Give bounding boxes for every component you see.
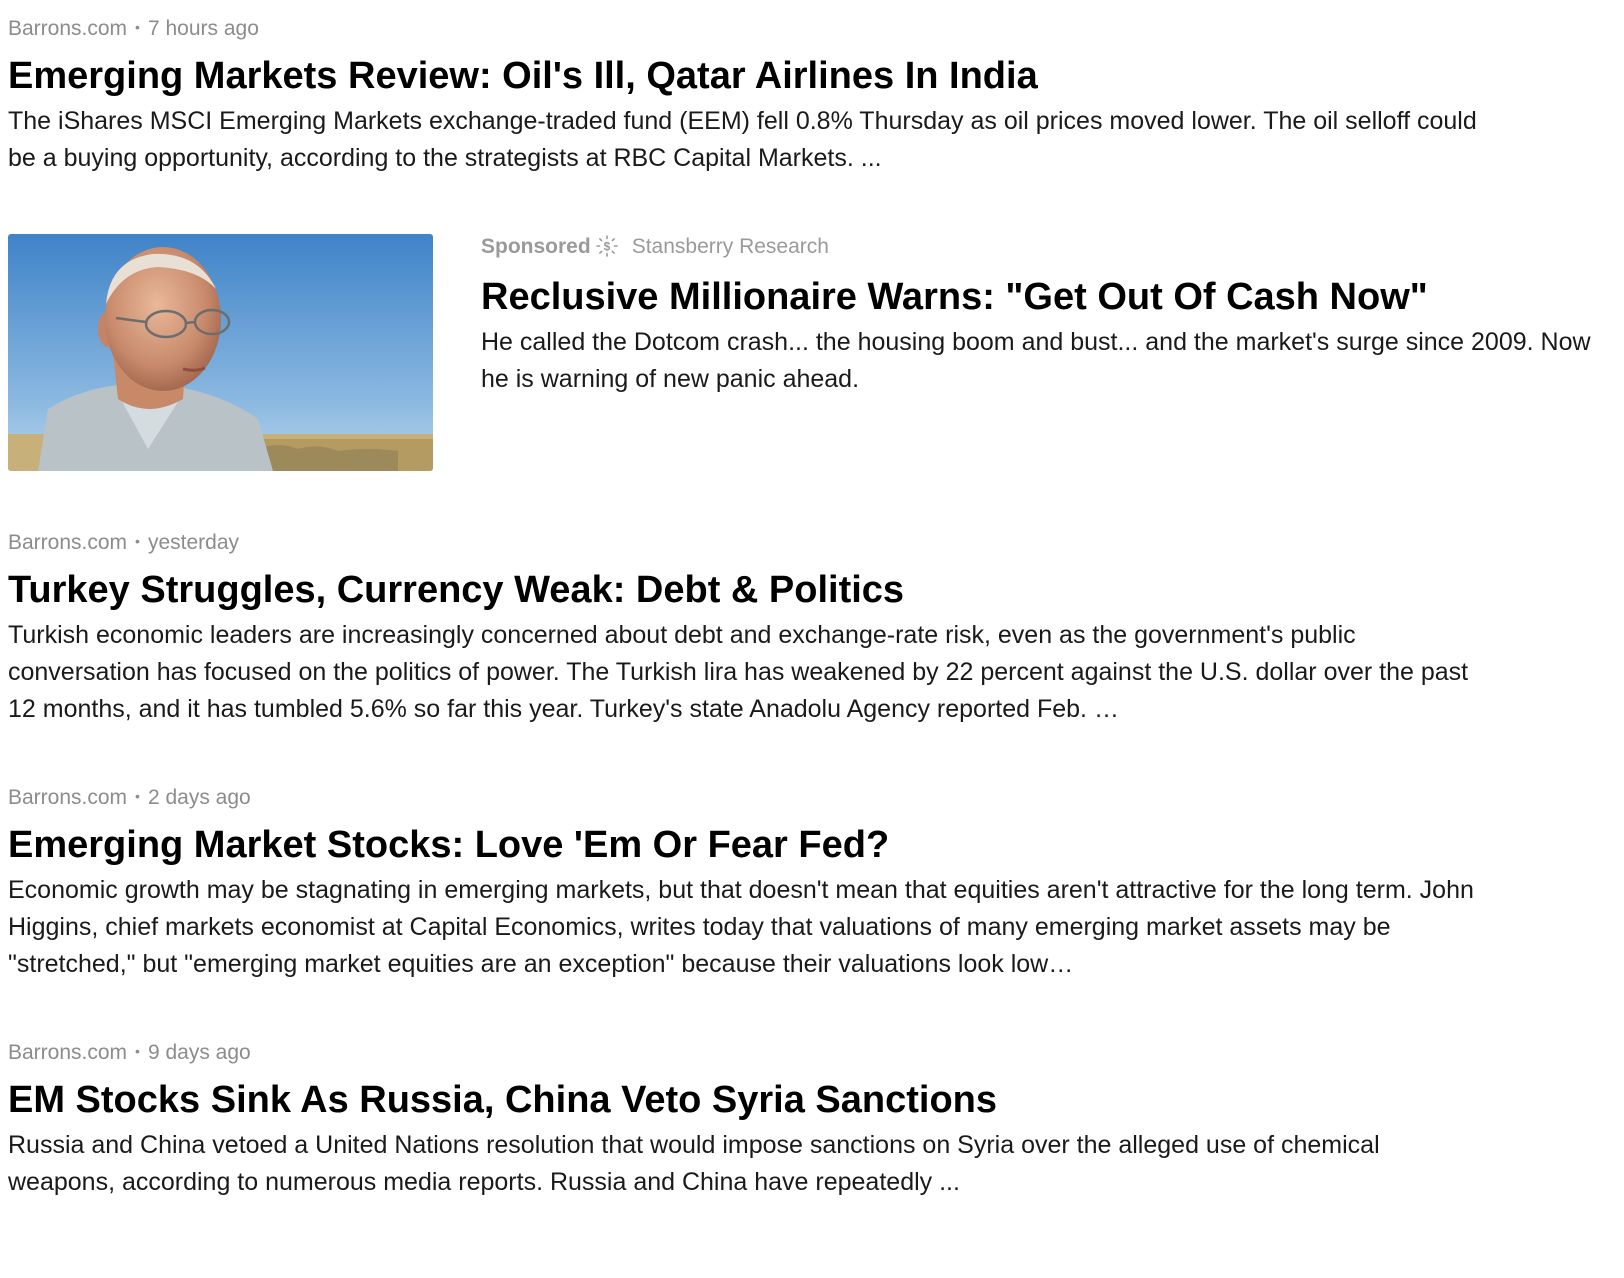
article-summary: Russia and China vetoed a United Nations… bbox=[8, 1131, 1380, 1196]
sponsored-dollar-sun-icon[interactable]: $ bbox=[595, 235, 618, 257]
article-title-link[interactable]: Emerging Market Stocks: Love 'Em Or Fear… bbox=[8, 822, 1488, 868]
article-meta: Barrons.com • 2 days ago bbox=[8, 782, 1488, 810]
sponsored-content: Sponsored $ Stansberry Research Reclusiv… bbox=[481, 234, 1624, 398]
article-summary: Economic growth may be stagnating in eme… bbox=[8, 876, 1474, 978]
article-source[interactable]: Barrons.com bbox=[8, 531, 127, 554]
article-title-link[interactable]: Emerging Markets Review: Oil's Ill, Qata… bbox=[8, 53, 1488, 99]
sponsored-thumbnail[interactable] bbox=[8, 234, 433, 471]
article-source[interactable]: Barrons.com bbox=[8, 786, 127, 809]
separator-dot: • bbox=[135, 788, 140, 804]
separator-dot: • bbox=[135, 533, 140, 549]
news-feed: Barrons.com • 7 hours ago Emerging Markets… bbox=[0, 0, 1624, 1278]
article-source[interactable]: Barrons.com bbox=[8, 17, 127, 40]
sponsored-item[interactable]: Sponsored $ Stansberry Research Reclusiv… bbox=[8, 234, 1624, 472]
sponsored-advertiser[interactable]: Stansberry Research bbox=[632, 235, 829, 258]
news-item[interactable]: Barrons.com • yesterday Turkey Struggles, … bbox=[8, 527, 1488, 728]
sponsored-meta: Sponsored $ Stansberry Research bbox=[481, 234, 1624, 260]
news-item[interactable]: Barrons.com • 7 hours ago Emerging Markets… bbox=[8, 13, 1488, 177]
man-portrait-photo bbox=[8, 234, 433, 471]
article-meta: Barrons.com • 7 hours ago bbox=[8, 13, 1488, 41]
article-meta: Barrons.com • yesterday bbox=[8, 527, 1488, 555]
article-title-link[interactable]: EM Stocks Sink As Russia, China Veto Syr… bbox=[8, 1077, 1448, 1123]
article-time: 7 hours ago bbox=[147, 17, 259, 40]
news-item[interactable]: Barrons.com • 2 days ago Emerging Market S… bbox=[8, 782, 1488, 983]
article-time: 2 days ago bbox=[147, 786, 251, 809]
article-time: yesterday bbox=[147, 531, 239, 554]
sponsored-label: Sponsored bbox=[481, 235, 591, 258]
article-title-link[interactable]: Turkey Struggles, Currency Weak: Debt & … bbox=[8, 567, 1488, 613]
sponsored-summary: He called the Dotcom crash... the housin… bbox=[481, 328, 1591, 393]
svg-text:$: $ bbox=[603, 240, 610, 254]
news-item[interactable]: Barrons.com • 9 days ago EM Stocks Sink As… bbox=[8, 1037, 1448, 1201]
sponsored-title-link[interactable]: Reclusive Millionaire Warns: "Get Out Of… bbox=[481, 274, 1624, 320]
article-summary: Turkish economic leaders are increasingl… bbox=[8, 621, 1469, 723]
separator-dot: • bbox=[135, 1043, 140, 1059]
article-time: 9 days ago bbox=[147, 1041, 251, 1064]
article-meta: Barrons.com • 9 days ago bbox=[8, 1037, 1448, 1065]
article-summary: The iShares MSCI Emerging Markets exchan… bbox=[8, 107, 1477, 172]
article-source[interactable]: Barrons.com bbox=[8, 1041, 127, 1064]
separator-dot: • bbox=[135, 19, 140, 35]
